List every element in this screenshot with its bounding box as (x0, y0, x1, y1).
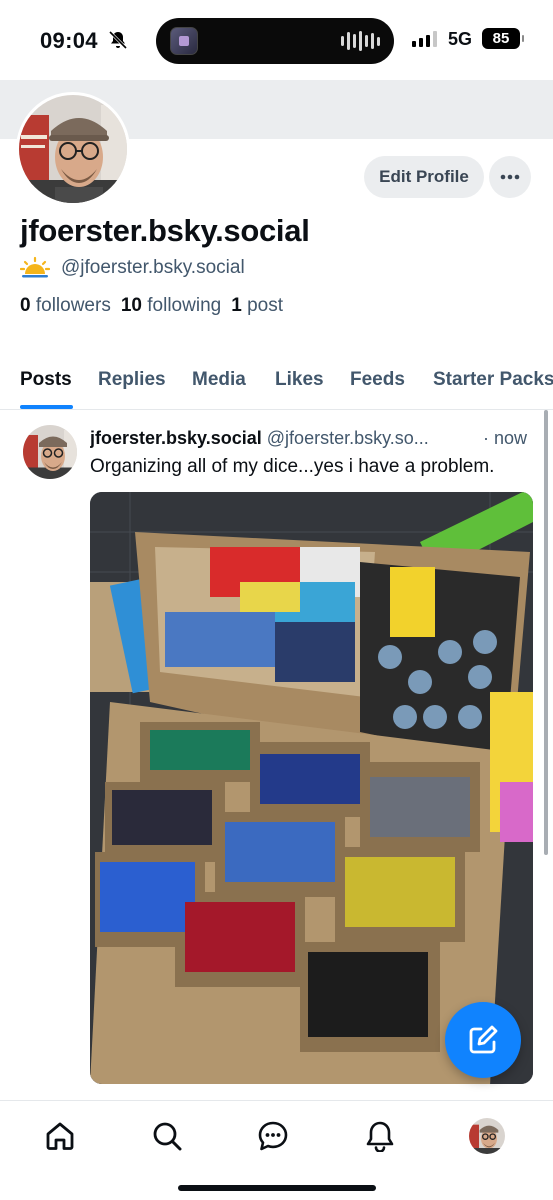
posts-stat: 1 post (231, 295, 283, 317)
post-avatar-photo (23, 425, 77, 479)
bell-icon (366, 1121, 394, 1152)
nav-chat[interactable] (256, 1119, 290, 1153)
dice-organizer-photo (90, 492, 533, 1084)
following-label: following (147, 295, 222, 316)
followers-label: followers (35, 295, 111, 316)
post-author-handle[interactable]: @jfoerster.bsky.so... (267, 428, 429, 448)
network-type: 5G (448, 29, 473, 49)
profile-tabs: Posts Replies Media Likes Feeds Starter … (0, 355, 553, 410)
scrollbar[interactable] (544, 410, 548, 855)
profile-display-name: jfoerster.bsky.social (20, 213, 310, 248)
more-options-button[interactable] (489, 156, 531, 198)
cellular-signal-icon (412, 31, 437, 47)
tab-starter-packs[interactable]: Starter Packs (433, 369, 553, 391)
followers-stat[interactable]: 0 followers (20, 295, 111, 317)
search-icon (153, 1122, 182, 1151)
followers-count: 0 (20, 295, 31, 316)
nav-notifications[interactable] (363, 1119, 397, 1153)
status-bar: 09:04 5G 85 (0, 0, 553, 80)
posts-count: 1 (231, 295, 242, 316)
post-image[interactable] (90, 492, 533, 1084)
dynamic-island (156, 18, 394, 64)
profile-handle: @jfoerster.bsky.social (61, 257, 245, 278)
battery-indicator: 85 (482, 28, 524, 49)
following-stat[interactable]: 10 following (121, 295, 221, 317)
profile-stats: 0 followers 10 following 1 post (20, 295, 293, 317)
compose-post-button[interactable] (445, 1002, 521, 1078)
ellipsis-icon (500, 174, 520, 180)
tab-feeds[interactable]: Feeds (350, 369, 405, 391)
nav-search[interactable] (150, 1119, 184, 1153)
tab-media[interactable]: Media (192, 369, 246, 391)
post-timestamp[interactable]: · now (483, 428, 527, 449)
home-icon (46, 1122, 74, 1150)
bell-off-icon (108, 30, 128, 50)
nav-profile-avatar[interactable] (469, 1118, 505, 1154)
bottom-navigation (0, 1100, 553, 1200)
profile-avatar[interactable] (16, 92, 130, 206)
post-author-name[interactable]: jfoerster.bsky.social (90, 428, 262, 448)
tab-posts[interactable]: Posts (20, 369, 72, 391)
following-count: 10 (120, 295, 142, 316)
tab-replies[interactable]: Replies (98, 369, 166, 391)
chat-icon (258, 1121, 288, 1151)
post-author-avatar[interactable] (23, 425, 77, 479)
now-playing-app-icon (170, 27, 198, 55)
audio-wave-icon (341, 30, 380, 52)
home-indicator[interactable] (178, 1185, 376, 1191)
sunrise-icon (20, 256, 50, 278)
avatar-photo (19, 95, 127, 203)
edit-profile-button[interactable]: Edit Profile (364, 156, 484, 198)
compose-icon (469, 1025, 498, 1054)
tab-likes[interactable]: Likes (275, 369, 324, 391)
post-text: Organizing all of my dice...yes i have a… (90, 456, 495, 477)
status-time: 09:04 (40, 28, 98, 53)
posts-label: post (247, 295, 283, 316)
active-tab-indicator (20, 405, 73, 409)
nav-home[interactable] (43, 1119, 77, 1153)
nav-avatar-photo (469, 1118, 505, 1154)
post-header: jfoerster.bsky.social @jfoerster.bsky.so… (90, 428, 535, 449)
